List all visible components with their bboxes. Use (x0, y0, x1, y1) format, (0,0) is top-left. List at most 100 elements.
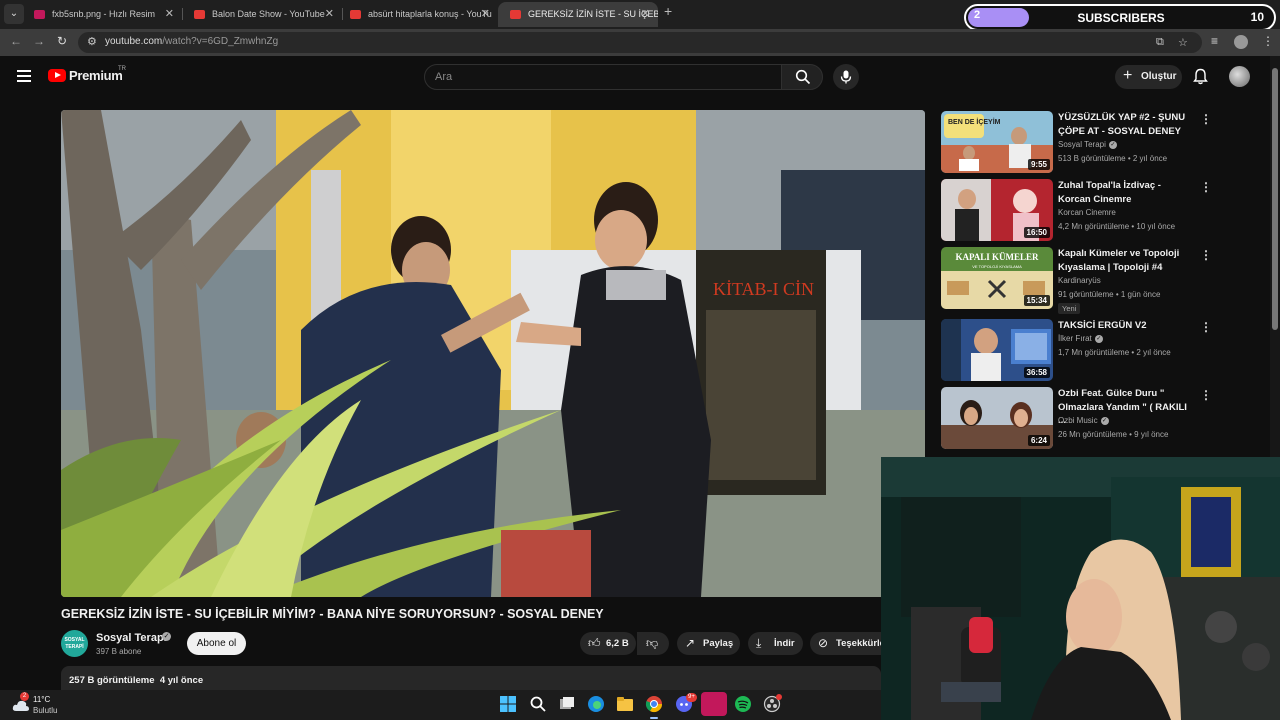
recommendation-channel[interactable]: Ozbi Music ✓ (1058, 416, 1109, 425)
share-button[interactable]: ↗ Paylaş (677, 632, 740, 655)
recommendation-title[interactable]: Zuhal Topal'la İzdivaç - Korcan Cinemre (1058, 179, 1194, 206)
photos-app-icon[interactable] (701, 692, 727, 716)
tab-search-button[interactable]: ⌄ (4, 4, 24, 24)
channel-avatar[interactable]: SOSYAL TERAPİ (61, 630, 88, 657)
more-actions-icon[interactable]: ⋮ (1200, 248, 1212, 262)
video-duration: 36:58 (1023, 367, 1050, 378)
new-tab-button[interactable]: + (664, 3, 672, 19)
channel-label: Ozbi Music (1058, 416, 1098, 425)
search-icon[interactable] (529, 695, 547, 713)
tab-label: fxb5snb.png - Hızlı Resim (52, 9, 156, 19)
search-button[interactable] (781, 64, 823, 90)
video-duration: 9:55 (1027, 159, 1050, 170)
chrome-browser-icon[interactable] (645, 695, 663, 713)
recommendation-item[interactable]: KAPALI KÜMELER VE TOPOLOJİ KIYASLAMA 15:… (941, 247, 1212, 314)
channel-logo-text: SOSYAL TERAPİ (64, 637, 85, 650)
download-button[interactable]: ⤓ İndir (748, 632, 803, 655)
recommendation-item[interactable]: 6:24 Ozbi Feat. Gülce Duru " Olmazlara Y… (941, 387, 1212, 449)
close-tab-icon[interactable]: ✕ (165, 2, 174, 27)
create-button[interactable]: + Oluştur (1115, 65, 1182, 89)
youtube-favicon-icon (194, 10, 205, 19)
channel-label: Sosyal Terapi (1058, 140, 1106, 149)
recommendation-meta: 91 görüntüleme • 1 gün önce (1058, 290, 1161, 299)
back-arrow-icon[interactable]: ← (10, 34, 22, 48)
share-arrow-icon: ↗ (685, 636, 696, 650)
thanks-button[interactable]: ⊘ Teşekkürle (810, 632, 881, 655)
browser-toolbar: ← → ↻ ⚙ youtube.com/watch?v=6GD_ZmwhnZg … (0, 29, 1280, 56)
cast-icon[interactable]: ⧉ (1156, 36, 1164, 49)
image-favicon-icon (34, 10, 45, 19)
recommendation-meta: 513 B görüntüleme • 2 yıl önce (1058, 154, 1168, 163)
windows-start-icon[interactable] (499, 695, 517, 713)
youtube-favicon-icon (350, 10, 361, 19)
scrollbar-thumb[interactable] (1272, 68, 1278, 330)
close-tab-icon[interactable]: ✕ (481, 2, 490, 27)
recommendation-meta: 1,7 Mn görüntüleme • 2 yıl önce (1058, 348, 1171, 357)
recommendation-title[interactable]: TAKSİCİ ERGÜN V2 (1058, 319, 1194, 333)
youtube-logo-icon[interactable] (48, 69, 66, 82)
notifications-bell-icon[interactable] (1193, 68, 1208, 85)
file-explorer-icon[interactable] (616, 695, 634, 713)
like-button[interactable]: 👍︎ 6,2 B (580, 632, 636, 655)
profile-avatar-icon[interactable] (1234, 35, 1248, 49)
recommendation-thumbnail[interactable]: 6:24 (941, 387, 1053, 449)
dislike-button[interactable]: 👎︎ (637, 632, 669, 655)
browser-menu-icon[interactable]: ⋮ (1262, 34, 1274, 48)
tab-gereksiz-izin-iste[interactable]: GEREKSİZ İZİN İSTE - SU İÇEBİLİ ✕ (498, 2, 658, 27)
recommendation-title[interactable]: Kapalı Kümeler ve Topoloji Kıyaslama | T… (1058, 247, 1194, 274)
recommendation-title[interactable]: YÜZSÜZLÜK YAP #2 - ŞUNU ÇÖPE AT - SOSYAL… (1058, 111, 1194, 138)
thanks-label: Teşekkürle (836, 638, 881, 649)
search-input[interactable]: Ara (424, 64, 782, 90)
tab-fxb5snb[interactable]: fxb5snb.png - Hızlı Resim ✕ (22, 2, 182, 27)
subscribe-button[interactable]: Abone ol (187, 632, 246, 655)
site-info-icon[interactable]: ⚙ (87, 35, 97, 48)
channel-name[interactable]: Sosyal Terapi (96, 632, 167, 644)
edge-browser-icon[interactable] (587, 695, 605, 713)
tab-label: absürt hitaplarla konuş - YouTu (368, 9, 492, 19)
weather-condition: Bulutlu (33, 706, 58, 715)
reading-list-icon[interactable]: ≡ (1211, 34, 1218, 48)
recommendation-thumbnail[interactable]: 36:58 (941, 319, 1053, 381)
more-actions-icon[interactable]: ⋮ (1200, 112, 1212, 126)
recommendation-channel[interactable]: Korcan Cinemre (1058, 208, 1116, 217)
thumbnail-caption: BEN DE İÇEYİM (948, 118, 1001, 126)
forward-arrow-icon[interactable]: → (33, 34, 45, 48)
youtube-brand-text[interactable]: Premium (69, 68, 123, 83)
recommendation-channel[interactable]: Sosyal Terapi ✓ (1058, 140, 1117, 149)
close-tab-icon[interactable]: ✕ (641, 2, 650, 27)
video-player[interactable]: KİTAB-I CİN (61, 110, 925, 597)
close-tab-icon[interactable]: ✕ (325, 2, 334, 27)
account-avatar[interactable] (1229, 66, 1250, 87)
thumbs-up-icon: 👍︎ (588, 636, 601, 650)
bookmark-star-icon[interactable]: ☆ (1178, 36, 1188, 49)
like-count: 6,2 B (606, 638, 629, 649)
more-actions-icon[interactable]: ⋮ (1200, 320, 1212, 334)
url-text: youtube.com/watch?v=6GD_ZmwhnZg (105, 36, 279, 47)
tab-balon-date-show[interactable]: Balon Date Show - YouTube ✕ (182, 2, 342, 27)
task-view-icon[interactable] (558, 695, 576, 713)
weather-temperature: 11°C (33, 695, 51, 704)
recommendation-channel[interactable]: İlker Fırat ✓ (1058, 334, 1103, 343)
recommendation-item[interactable]: BEN DE İÇEYİM 9:55 YÜZSÜZLÜK YAP #2 - ŞU… (941, 111, 1212, 173)
poster-title: KİTAB-I CİN (713, 279, 814, 299)
more-actions-icon[interactable]: ⋮ (1200, 180, 1212, 194)
recommendation-channel[interactable]: Kardinaryüs (1058, 276, 1101, 285)
address-bar[interactable]: ⚙ youtube.com/watch?v=6GD_ZmwhnZg ⧉ ☆ (78, 32, 1202, 53)
recommendation-meta: 26 Mn görüntüleme • 9 yıl önce (1058, 430, 1169, 439)
recommendation-item[interactable]: 16:50 Zuhal Topal'la İzdivaç - Korcan Ci… (941, 179, 1212, 241)
tab-label: GEREKSİZ İZİN İSTE - SU İÇEBİLİ (528, 9, 658, 19)
hamburger-menu-icon[interactable] (17, 70, 31, 82)
more-actions-icon[interactable]: ⋮ (1200, 388, 1212, 402)
recommendation-thumbnail[interactable]: KAPALI KÜMELER VE TOPOLOJİ KIYASLAMA 15:… (941, 247, 1053, 309)
recommendation-item[interactable]: 36:58 TAKSİCİ ERGÜN V2 İlker Fırat ✓ 1,7 … (941, 319, 1212, 381)
discord-badge: 9+ (686, 693, 697, 702)
subscriber-goal-widget: 2 SUBSCRIBERS 10 (964, 4, 1276, 31)
video-title: GEREKSİZ İZİN İSTE - SU İÇEBİLİR MİYİM? … (61, 607, 604, 621)
voice-search-button[interactable] (833, 64, 859, 90)
spotify-icon[interactable] (734, 695, 752, 713)
tab-absurt-hitaplar[interactable]: absürt hitaplarla konuş - YouTu ✕ (338, 2, 498, 27)
recommendation-thumbnail[interactable]: 16:50 (941, 179, 1053, 241)
video-duration: 6:24 (1027, 435, 1050, 446)
recommendation-thumbnail[interactable]: BEN DE İÇEYİM 9:55 (941, 111, 1053, 173)
reload-icon[interactable]: ↻ (57, 34, 67, 48)
